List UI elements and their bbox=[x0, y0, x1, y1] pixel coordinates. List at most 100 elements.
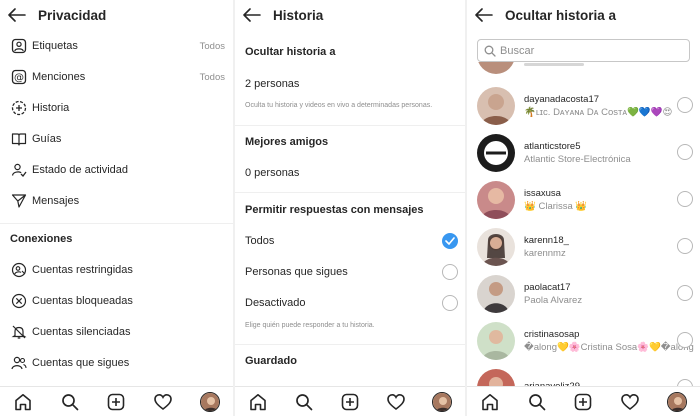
back-arrow-icon[interactable] bbox=[243, 6, 263, 24]
divider bbox=[235, 192, 465, 193]
close-friends-count[interactable]: 0 personas bbox=[245, 167, 299, 179]
reply-option-label: Todos bbox=[245, 235, 275, 247]
privacy-item-etiquetas[interactable]: Etiquetas Todos bbox=[0, 34, 233, 58]
heart-icon[interactable] bbox=[619, 391, 641, 413]
select-user-radio[interactable] bbox=[677, 191, 693, 207]
search-icon[interactable] bbox=[526, 391, 548, 413]
home-icon[interactable] bbox=[247, 391, 269, 413]
guides-book-icon bbox=[10, 130, 28, 148]
page-title: Privacidad bbox=[38, 7, 107, 23]
privacy-item-value: Todos bbox=[199, 71, 225, 83]
user-row[interactable]: atlanticstore5 Atlantic Store-Electrónic… bbox=[467, 129, 700, 176]
search-icon bbox=[484, 45, 496, 57]
fullname: 👑 Clarissa 👑 bbox=[524, 200, 588, 212]
user-row[interactable]: issaxusa 👑 Clarissa 👑 bbox=[467, 176, 700, 223]
replies-header: Permitir respuestas con mensajes bbox=[245, 204, 424, 216]
privacy-item-historia[interactable]: Historia bbox=[0, 96, 233, 120]
search-icon[interactable] bbox=[59, 391, 81, 413]
privacy-item-label: Estado de actividad bbox=[32, 164, 129, 176]
close-friends-header: Mejores amigos bbox=[245, 136, 329, 148]
hide-story-topbar: Ocultar historia a bbox=[467, 0, 700, 30]
divider bbox=[0, 223, 233, 224]
heart-icon[interactable] bbox=[385, 391, 407, 413]
divider bbox=[235, 344, 465, 345]
following-icon bbox=[10, 354, 28, 372]
user-row[interactable]: karenn18_ karennmz bbox=[467, 223, 700, 270]
page-title: Historia bbox=[273, 7, 324, 23]
username: issaxusa bbox=[524, 187, 561, 199]
user-row[interactable]: dayanadacosta17 🌴ʟɪᴄ. Dᴀʏᴀɴᴀ Dᴀ Cᴏsᴛᴀ💚💙💜… bbox=[467, 82, 700, 129]
fullname: 🌴ʟɪᴄ. Dᴀʏᴀɴᴀ Dᴀ Cᴏsᴛᴀ💚💙💜😍 bbox=[524, 106, 673, 118]
bottom-nav bbox=[467, 386, 700, 416]
select-user-radio[interactable] bbox=[677, 332, 693, 348]
avatar bbox=[477, 227, 515, 266]
select-user-radio[interactable] bbox=[677, 238, 693, 254]
avatar-partial bbox=[477, 62, 515, 74]
privacy-item-silenciadas[interactable]: Cuentas silenciadas bbox=[0, 320, 233, 344]
divider bbox=[235, 125, 465, 126]
search-icon[interactable] bbox=[293, 391, 315, 413]
privacy-item-mensajes[interactable]: Mensajes bbox=[0, 189, 233, 213]
avatar bbox=[477, 133, 515, 172]
profile-avatar[interactable] bbox=[666, 391, 688, 413]
avatar bbox=[477, 180, 515, 219]
reply-option-label: Personas que sigues bbox=[245, 266, 348, 278]
privacy-item-menciones[interactable]: @ Menciones Todos bbox=[0, 65, 233, 89]
heart-icon[interactable] bbox=[152, 391, 174, 413]
username: atlanticstore5 bbox=[524, 140, 581, 152]
saved-header: Guardado bbox=[245, 355, 297, 367]
privacy-item-label: Mensajes bbox=[32, 195, 80, 207]
avatar bbox=[477, 321, 515, 360]
new-post-icon[interactable] bbox=[105, 391, 127, 413]
replies-description: Elige quién puede responder a tu histori… bbox=[245, 322, 375, 329]
reply-option-desactivado-radio[interactable] bbox=[442, 295, 458, 311]
privacy-item-que-sigues[interactable]: Cuentas que sigues bbox=[0, 351, 233, 375]
blocked-icon bbox=[10, 292, 28, 310]
privacy-item-label: Cuentas restringidas bbox=[32, 264, 133, 276]
user-row[interactable]: paolacat17 Paola Alvarez bbox=[467, 270, 700, 317]
search-bar bbox=[477, 39, 690, 62]
username: karenn18_ bbox=[524, 234, 569, 246]
reply-option-personas-radio[interactable] bbox=[442, 264, 458, 280]
section-header-conexiones: Conexiones bbox=[10, 233, 73, 245]
privacy-item-restringidas[interactable]: Cuentas restringidas bbox=[0, 258, 233, 282]
profile-avatar[interactable] bbox=[431, 391, 453, 413]
bottom-nav bbox=[0, 386, 233, 416]
fullname: karennmz bbox=[524, 247, 566, 259]
user-row[interactable]: cristinasosap �along💛🌸Cristina Sosa🌸💛�al… bbox=[467, 317, 700, 364]
profile-avatar[interactable] bbox=[199, 391, 221, 413]
reply-option-todos-radio[interactable] bbox=[442, 233, 458, 249]
fullname: Paola Alvarez bbox=[524, 294, 583, 306]
home-icon[interactable] bbox=[479, 391, 501, 413]
privacy-item-bloqueadas[interactable]: Cuentas bloqueadas bbox=[0, 289, 233, 313]
story-settings-panel: Historia Ocultar historia a 2 personas O… bbox=[235, 0, 465, 416]
select-user-radio[interactable] bbox=[677, 97, 693, 113]
privacy-item-guias[interactable]: Guías bbox=[0, 127, 233, 151]
privacy-item-estado-actividad[interactable]: Estado de actividad bbox=[0, 158, 233, 182]
avatar bbox=[477, 274, 515, 313]
select-user-radio[interactable] bbox=[677, 144, 693, 160]
back-arrow-icon[interactable] bbox=[475, 6, 495, 24]
hide-story-panel: Ocultar historia a dayanadacosta17 🌴ʟɪᴄ.… bbox=[467, 0, 700, 416]
back-arrow-icon[interactable] bbox=[8, 6, 28, 24]
at-sign-icon: @ bbox=[10, 68, 28, 86]
page-title: Ocultar historia a bbox=[505, 7, 617, 23]
privacy-panel: Privacidad Etiquetas Todos @ Menciones T… bbox=[0, 0, 233, 416]
restricted-icon bbox=[10, 261, 28, 279]
home-icon[interactable] bbox=[12, 391, 34, 413]
hide-story-count[interactable]: 2 personas bbox=[245, 78, 465, 92]
privacy-item-label: Cuentas bloqueadas bbox=[32, 295, 133, 307]
activity-status-icon bbox=[10, 161, 28, 179]
tag-icon bbox=[10, 37, 28, 55]
avatar bbox=[477, 86, 515, 125]
fullname: �along💛🌸Cristina Sosa🌸💛�along bbox=[524, 341, 694, 353]
new-post-icon[interactable] bbox=[339, 391, 361, 413]
scrolled-text-partial bbox=[524, 63, 584, 66]
story-topbar: Historia bbox=[235, 0, 465, 30]
svg-text:@: @ bbox=[14, 73, 24, 84]
search-input[interactable] bbox=[500, 44, 680, 57]
new-post-icon[interactable] bbox=[572, 391, 594, 413]
story-plus-icon bbox=[10, 99, 28, 117]
select-user-radio[interactable] bbox=[677, 285, 693, 301]
privacy-topbar: Privacidad bbox=[0, 0, 233, 30]
